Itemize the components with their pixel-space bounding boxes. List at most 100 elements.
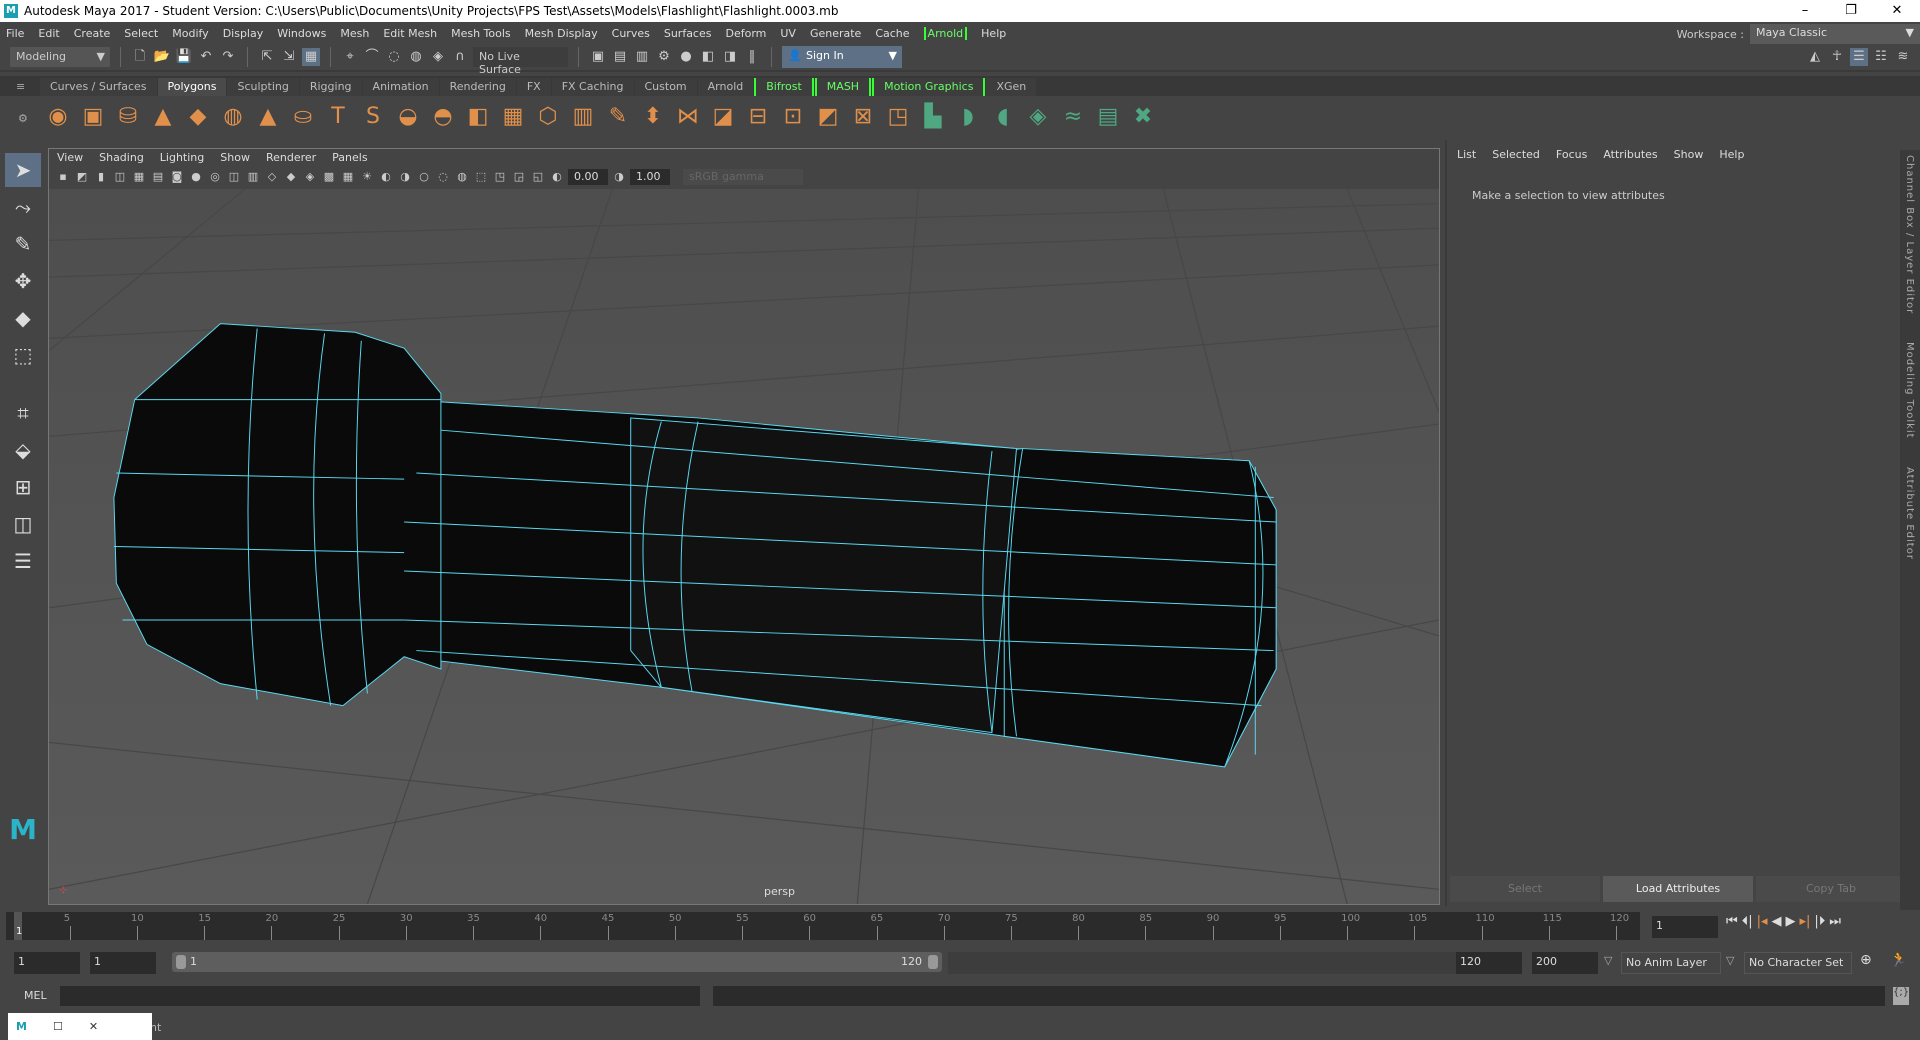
shelf-tab-animation[interactable]: Animation: [362, 78, 439, 96]
shelf-tab-xgen[interactable]: XGen: [986, 78, 1037, 96]
playback-end-field[interactable]: 120: [1456, 952, 1522, 974]
shelf-menu-icon[interactable]: ≡: [16, 80, 25, 93]
attr-menu-show[interactable]: Show: [1674, 148, 1704, 161]
select-button[interactable]: Select: [1450, 876, 1600, 902]
auto-key-icon[interactable]: ⊕: [1860, 952, 1872, 968]
outliner-layout-icon[interactable]: ☰: [5, 544, 41, 578]
copy-tab-button[interactable]: Copy Tab: [1756, 876, 1906, 902]
tool-settings-icon[interactable]: ☷: [1872, 48, 1890, 66]
pause-render-icon[interactable]: ‖: [743, 48, 761, 66]
play-backwards-icon[interactable]: ◀: [1772, 914, 1782, 929]
attr-menu-list[interactable]: List: [1457, 148, 1476, 161]
ambient-occlusion-icon[interactable]: ◑: [397, 169, 413, 185]
command-language-label[interactable]: MEL: [24, 989, 47, 1002]
menu-modify[interactable]: Modify: [172, 27, 208, 40]
channel-box-icon[interactable]: ≋: [1894, 48, 1912, 66]
combine-icon[interactable]: ◒: [394, 103, 422, 131]
side-tab-attribute-editor[interactable]: Attribute Editor: [1904, 467, 1915, 560]
smooth-shade-icon[interactable]: ◆: [283, 169, 299, 185]
insert-edge-loop-icon[interactable]: ⊟: [744, 103, 772, 131]
rotate-tool-icon[interactable]: ◆: [5, 301, 41, 335]
cylinder-icon[interactable]: ⛁: [114, 103, 142, 131]
move-tool-icon[interactable]: ✥: [5, 264, 41, 298]
panel-menu-renderer[interactable]: Renderer: [266, 151, 316, 164]
snap-surface-icon[interactable]: ◈: [429, 48, 447, 66]
menu-mesh-tools[interactable]: Mesh Tools: [451, 27, 511, 40]
shelf-tab-curves-surfaces[interactable]: Curves / Surfaces: [40, 78, 157, 96]
playback-start-field[interactable]: 1: [90, 952, 156, 974]
range-end-handle[interactable]: [928, 955, 938, 969]
step-back-frame-icon[interactable]: ⏴|: [1742, 914, 1753, 929]
scale-tool-icon[interactable]: ⬚: [5, 338, 41, 372]
menu-select[interactable]: Select: [124, 27, 158, 40]
shelf-tab-custom[interactable]: Custom: [634, 78, 697, 96]
xray-icon[interactable]: ◳: [492, 169, 508, 185]
merge-icon[interactable]: ⊠: [849, 103, 877, 131]
shelf-tab-rendering[interactable]: Rendering: [439, 78, 516, 96]
pyramid-icon[interactable]: ▲: [254, 103, 282, 131]
four-view-layout-icon[interactable]: ⊞: [5, 470, 41, 504]
pipe-icon[interactable]: ⛀: [289, 103, 317, 131]
shelf-tab-motion-graphics[interactable]: Motion Graphics: [872, 78, 986, 96]
render-sequence-icon[interactable]: ▤: [611, 48, 629, 66]
go-to-end-icon[interactable]: ⏭: [1829, 914, 1841, 929]
attr-menu-focus[interactable]: Focus: [1556, 148, 1587, 161]
chevron-down-icon[interactable]: ▽: [1604, 954, 1612, 967]
human-ik-icon[interactable]: ☥: [1828, 48, 1846, 66]
restore-icon[interactable]: ☐: [53, 1020, 63, 1033]
close-button[interactable]: ✕: [1874, 0, 1920, 22]
menu-deform[interactable]: Deform: [725, 27, 766, 40]
select-tool-icon[interactable]: ➤: [5, 153, 41, 187]
attribute-editor-toggle-icon[interactable]: ☰: [1850, 48, 1868, 66]
motion-blur-icon[interactable]: ○: [416, 169, 432, 185]
use-lights-icon[interactable]: ☀: [359, 169, 375, 185]
modeling-toolkit-icon[interactable]: ◭: [1806, 48, 1824, 66]
torus-icon[interactable]: ◍: [219, 103, 247, 131]
menu-mesh[interactable]: Mesh: [340, 27, 369, 40]
shelf-tab-mash[interactable]: MASH: [814, 78, 872, 96]
menu-create[interactable]: Create: [74, 27, 111, 40]
paint-select-tool-icon[interactable]: ✎: [5, 227, 41, 261]
cube-icon[interactable]: ▣: [79, 103, 107, 131]
quad-draw-icon[interactable]: ◳: [884, 103, 912, 131]
attr-menu-attributes[interactable]: Attributes: [1603, 148, 1657, 161]
panel-menu-shading[interactable]: Shading: [99, 151, 144, 164]
current-frame-field[interactable]: 1: [1652, 916, 1718, 938]
chevron-down-icon[interactable]: ▽: [1726, 954, 1734, 967]
multi-cut-icon[interactable]: ⋈: [674, 103, 702, 131]
anti-aliasing-icon[interactable]: ◌: [435, 169, 451, 185]
shelf-options-icon[interactable]: ⚙: [18, 112, 28, 125]
snap-live-icon[interactable]: ∩: [451, 48, 469, 66]
wireframe-on-shaded-icon[interactable]: ▩: [321, 169, 337, 185]
menu-display[interactable]: Display: [223, 27, 264, 40]
gamma-icon[interactable]: ◑: [611, 169, 627, 185]
append-icon[interactable]: ✎: [604, 103, 632, 131]
shelf-tab-rigging[interactable]: Rigging: [299, 78, 362, 96]
safe-title-icon[interactable]: ▥: [245, 169, 261, 185]
select-component-icon[interactable]: ▦: [302, 48, 320, 66]
panel-menu-lighting[interactable]: Lighting: [160, 151, 204, 164]
new-scene-icon[interactable]: 🗋: [131, 48, 149, 66]
attr-menu-help[interactable]: Help: [1719, 148, 1744, 161]
shelf-tab-fx-caching[interactable]: FX Caching: [551, 78, 634, 96]
menu-help[interactable]: Help: [981, 27, 1006, 40]
menu-mesh-display[interactable]: Mesh Display: [525, 27, 598, 40]
workspace-dropdown[interactable]: Maya Classic ▼: [1750, 24, 1920, 44]
end-time-field[interactable]: 200: [1532, 952, 1598, 974]
bridge-icon[interactable]: ▥: [569, 103, 597, 131]
step-forward-key-icon[interactable]: ▸|: [1800, 914, 1811, 929]
snap-point-icon[interactable]: ◌: [385, 48, 403, 66]
panel-menu-view[interactable]: View: [57, 151, 83, 164]
perspective-viewport[interactable]: View Shading Lighting Show Renderer Panels ▪ ◩…: [48, 148, 1440, 905]
exposure-field[interactable]: 0.00: [568, 169, 608, 185]
play-forwards-icon[interactable]: ▶: [1786, 914, 1796, 929]
character-set-dropdown[interactable]: No Character Set: [1744, 952, 1852, 974]
bookmark-icon[interactable]: ▮: [93, 169, 109, 185]
minimize-button[interactable]: –: [1782, 0, 1828, 22]
default-material-icon[interactable]: ◈: [302, 169, 318, 185]
sign-in-button[interactable]: 👤 Sign In ▼: [782, 46, 902, 68]
camera-icon[interactable]: ▪: [55, 169, 71, 185]
uv-editor-icon[interactable]: ▤: [1094, 103, 1122, 131]
select-object-icon[interactable]: ⇲: [280, 48, 298, 66]
shelf-tab-bifrost[interactable]: Bifrost: [754, 78, 814, 96]
